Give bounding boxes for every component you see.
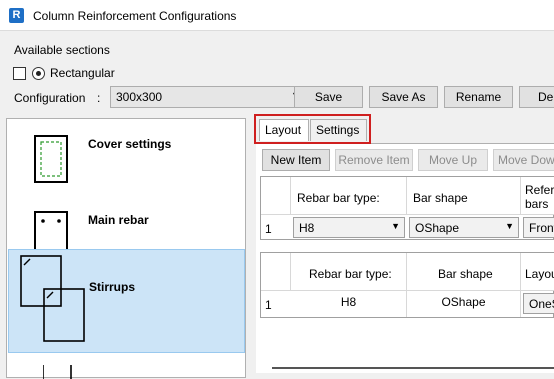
rename-button[interactable]: Rename [444,86,513,108]
column-header: Rebar bar type: [291,177,407,215]
rectangular-radio-label: Rectangular [50,66,115,80]
cover-settings-icon [34,135,68,183]
revit-app-icon: R [9,8,24,23]
bar-type-cell[interactable]: H8 [291,291,407,317]
reference-value: Front [529,221,554,235]
header-bar-type: Rebar bar type: [309,267,392,281]
bar-shape-cell[interactable]: OShape [407,291,521,317]
tabs-highlight-box [254,114,371,144]
bar-shape-value: OShape [415,221,460,235]
save-as-button[interactable]: Save As [369,86,438,108]
new-item-button[interactable]: New Item [262,149,330,171]
save-button[interactable]: Save [294,86,363,108]
next-section-icon [43,365,72,379]
section-label: Cover settings [88,137,172,151]
chevron-down-icon: ▼ [505,221,514,231]
window-title: Column Reinforcement Configurations [33,9,237,23]
row-number: 1 [265,222,272,236]
section-label: Stirrups [89,280,136,294]
rebar-grid-2: Rebar bar type: Bar shape Layou 1 H8 OSh… [260,252,554,318]
section-checkbox[interactable] [13,67,26,80]
row-number: 1 [265,298,272,312]
grid-corner [261,253,291,291]
bar-shape-combo[interactable]: OShape ▼ [409,217,519,238]
section-label: Main rebar [88,213,149,227]
configuration-select[interactable]: 300x300 ▼ [110,86,306,108]
reference-combo[interactable]: Front [523,217,554,238]
layout-combo[interactable]: OneS [523,293,554,314]
column-header: Bar shape [407,253,521,291]
layout-value: OneS [529,297,554,311]
section-list: Cover settings Main rebar Stirrups [6,118,246,379]
header-bar-shape: Bar shape [438,267,493,281]
section-item-stirrups[interactable]: Stirrups [8,249,245,353]
bar-type-value: H8 [299,221,315,235]
grid-corner [261,177,291,215]
column-header: Rebar bar type: [291,253,407,291]
column-header: Bar shape [407,177,521,215]
rebar-grid-1: Rebar bar type: Bar shape Refer bars 1 H… [260,176,554,240]
remove-item-button[interactable]: Remove Item [335,149,413,171]
move-up-button[interactable]: Move Up [418,149,488,171]
header-reference: Refer [525,183,554,197]
move-down-button[interactable]: Move Dow [493,149,554,171]
bar-type-combo[interactable]: H8 ▼ [293,217,405,238]
available-sections-label: Available sections [14,43,110,57]
header-bar-shape: Bar shape [413,191,468,205]
configuration-label: Configuration [14,91,86,105]
configuration-value: 300x300 [116,90,163,104]
header-bar-type: Rebar bar type: [297,191,380,205]
header-layout: Layou [525,267,554,281]
column-header: Layou [521,253,554,291]
rectangular-radio[interactable] [32,67,45,80]
stirrups-icon [20,255,85,342]
header-bars: bars [525,197,549,211]
chevron-down-icon: ▼ [391,221,400,231]
configuration-colon: : [97,91,101,105]
title-bar: R Column Reinforcement Configurations [0,0,554,31]
column-header: Refer bars [521,177,554,215]
section-item-cover-settings[interactable]: Cover settings [8,121,245,197]
delete-button[interactable]: Del [519,86,554,108]
